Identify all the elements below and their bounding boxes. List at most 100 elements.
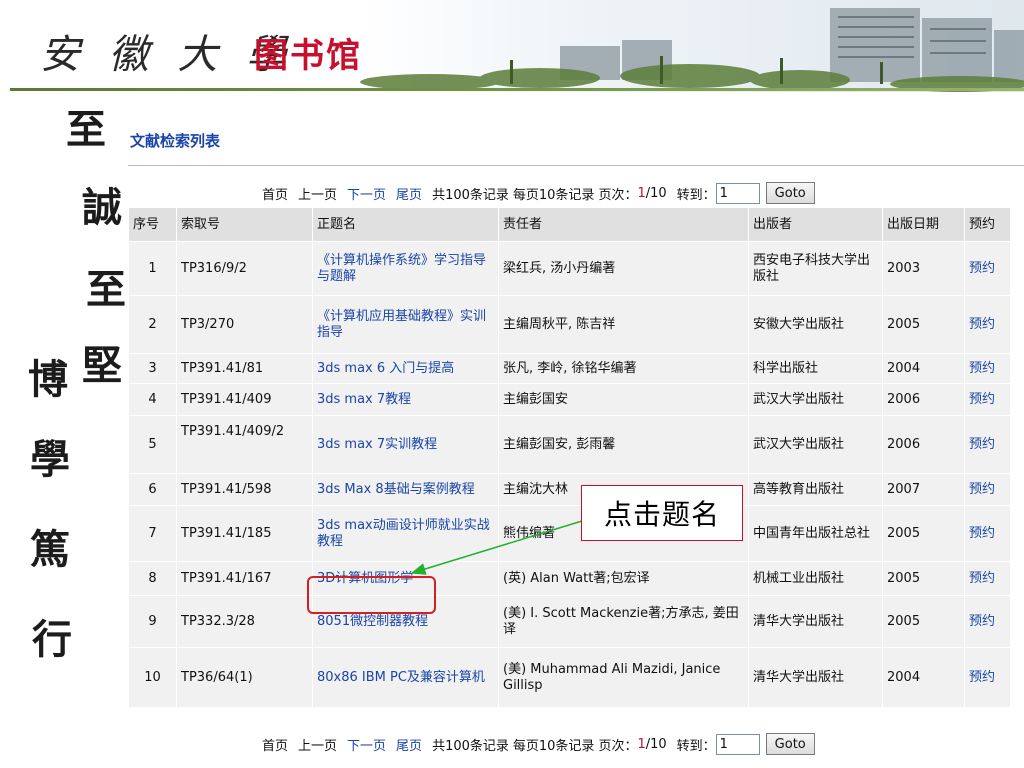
column-header: 序号	[128, 207, 177, 242]
table-header-row: 序号 索取号 正题名 责任者 出版者 出版日期 预约	[128, 207, 1011, 242]
column-header: 预约	[964, 207, 1011, 242]
highlighted-title-box	[307, 576, 436, 614]
reserve-link[interactable]: 预约	[964, 241, 1011, 296]
reserve-link[interactable]: 预约	[964, 647, 1011, 708]
results-table: 序号 索取号 正题名 责任者 出版者 出版日期 预约 1 TP316/9/2 《…	[128, 207, 1011, 708]
cell-publisher: 武汉大学出版社	[748, 415, 883, 474]
column-header: 索取号	[176, 207, 313, 242]
university-motto: 至 誠 至 堅 博 學 篤 行	[28, 110, 128, 710]
column-header: 出版者	[748, 207, 883, 242]
title-link[interactable]: 3ds Max 8基础与案例教程	[312, 473, 499, 506]
cell-publisher: 清华大学出版社	[748, 647, 883, 708]
title-link[interactable]: 80x86 IBM PC及兼容计算机	[312, 647, 499, 708]
banner-divider	[10, 88, 1024, 91]
cell-year: 2003	[882, 241, 965, 296]
title-link[interactable]: 3ds max动画设计师就业实战教程	[312, 505, 499, 562]
cell-author: 主编彭国安	[498, 383, 749, 416]
cell-call-number: TP316/9/2	[176, 241, 313, 296]
table-row: 3 TP391.41/81 3ds max 6 入门与提高 张凡, 李岭, 徐铭…	[128, 353, 1011, 384]
cell-publisher: 安徽大学出版社	[748, 295, 883, 354]
cell-publisher: 清华大学出版社	[748, 595, 883, 648]
cell-author: 主编彭国安, 彭雨馨	[498, 415, 749, 474]
column-header: 责任者	[498, 207, 749, 242]
page-title: 文献检索列表	[130, 132, 221, 150]
cell-year: 2004	[882, 353, 965, 384]
reserve-link[interactable]: 预约	[964, 295, 1011, 354]
cell-year: 2006	[882, 415, 965, 474]
title-link[interactable]: 3ds max 6 入门与提高	[312, 353, 499, 384]
cell-year: 2006	[882, 383, 965, 416]
click-title-callout: 点击题名	[581, 485, 743, 541]
pager-total: 共100条记录	[432, 738, 509, 754]
pager-next-link[interactable]: 下一页	[347, 735, 386, 754]
goto-button[interactable]: Goto	[765, 182, 815, 204]
cell-year: 2005	[882, 505, 965, 562]
column-header: 正题名	[312, 207, 499, 242]
cell-call-number: TP391.41/167	[176, 561, 313, 596]
pager-page-current: 1	[637, 185, 646, 201]
motto-char: 篤	[30, 526, 70, 573]
cell-call-number: TP391.41/81	[176, 353, 313, 384]
title-link[interactable]: 3ds max 7教程	[312, 383, 499, 416]
cell-author: 主编周秋平, 陈吉祥	[498, 295, 749, 354]
reserve-link[interactable]: 预约	[964, 383, 1011, 416]
table-row: 1 TP316/9/2 《计算机操作系统》学习指导与题解 梁红兵, 汤小丹编著 …	[128, 241, 1011, 296]
table-row: 4 TP391.41/409 3ds max 7教程 主编彭国安 武汉大学出版社…	[128, 383, 1011, 416]
cell-author: 梁红兵, 汤小丹编著	[498, 241, 749, 296]
cell-call-number: TP36/64(1)	[176, 647, 313, 708]
pager-next-link[interactable]: 下一页	[347, 184, 386, 203]
title-link[interactable]: 《计算机应用基础教程》实训指导	[312, 295, 499, 354]
pager-last-link[interactable]: 尾页	[396, 735, 422, 754]
title-link[interactable]: 3ds max 7实训教程	[312, 415, 499, 474]
cell-year: 2007	[882, 473, 965, 506]
pagination-bottom: 首页 上一页 下一页 尾页 共100条记录 每页10条记录 页次： 1 /10 …	[262, 733, 815, 755]
pager-prev: 上一页	[298, 187, 338, 203]
pager-total: 共100条记录	[432, 187, 509, 203]
cell-call-number: TP3/270	[176, 295, 313, 354]
campus-buildings-image	[360, 0, 1024, 92]
motto-char: 行	[32, 616, 72, 663]
reserve-link[interactable]: 预约	[964, 505, 1011, 562]
goto-page-input[interactable]	[715, 733, 760, 755]
pagination-top: 首页 上一页 下一页 尾页 共100条记录 每页10条记录 页次： 1 /10 …	[262, 182, 815, 204]
cell-call-number: TP391.41/409	[176, 383, 313, 416]
cell-call-number: TP332.3/28	[176, 595, 313, 648]
table-row: 7 TP391.41/185 3ds max动画设计师就业实战教程 熊伟编著 中…	[128, 505, 1011, 562]
library-title: 图书馆	[254, 36, 362, 76]
table-row: 6 TP391.41/598 3ds Max 8基础与案例教程 主编沈大林 高等…	[128, 473, 1011, 506]
column-header: 出版日期	[882, 207, 965, 242]
cell-year: 2004	[882, 647, 965, 708]
reserve-link[interactable]: 预约	[964, 473, 1011, 506]
cell-seq: 1	[128, 241, 177, 296]
reserve-link[interactable]: 预约	[964, 415, 1011, 474]
cell-seq: 4	[128, 383, 177, 416]
table-row: 8 TP391.41/167 3D计算机图形学 (英) Alan Watt著;包…	[128, 561, 1011, 596]
pager-page-current: 1	[637, 736, 646, 752]
header-banner: 安 徽 大 學 图书馆	[0, 0, 1024, 92]
cell-publisher: 高等教育出版社	[748, 473, 883, 506]
motto-char: 誠	[82, 184, 122, 231]
table-row: 2 TP3/270 《计算机应用基础教程》实训指导 主编周秋平, 陈吉祥 安徽大…	[128, 295, 1011, 354]
cell-call-number: TP391.41/185	[176, 505, 313, 562]
pager-per-page: 每页10条记录	[512, 187, 595, 203]
cell-author: (美) I. Scott Mackenzie著;方承志, 姜田译	[498, 595, 749, 648]
pager-page-total: /10	[645, 736, 667, 752]
reserve-link[interactable]: 预约	[964, 595, 1011, 648]
goto-page-input[interactable]	[715, 182, 760, 204]
reserve-link[interactable]: 预约	[964, 353, 1011, 384]
table-row: 10 TP36/64(1) 80x86 IBM PC及兼容计算机 (美) Muh…	[128, 647, 1011, 708]
pager-first: 首页	[262, 738, 289, 754]
pager-last-link[interactable]: 尾页	[396, 184, 422, 203]
cell-year: 2005	[882, 295, 965, 354]
pager-prev: 上一页	[298, 738, 338, 754]
cell-year: 2005	[882, 595, 965, 648]
title-link[interactable]: 《计算机操作系统》学习指导与题解	[312, 241, 499, 296]
goto-button[interactable]: Goto	[765, 733, 815, 755]
cell-author: 张凡, 李岭, 徐铭华编著	[498, 353, 749, 384]
pager-per-page: 每页10条记录	[512, 738, 595, 754]
pager-page-label: 页次：	[598, 738, 638, 754]
cell-call-number: TP391.41/409/2	[176, 415, 313, 474]
cell-publisher: 机械工业出版社	[748, 561, 883, 596]
reserve-link[interactable]: 预约	[964, 561, 1011, 596]
cell-publisher: 武汉大学出版社	[748, 383, 883, 416]
